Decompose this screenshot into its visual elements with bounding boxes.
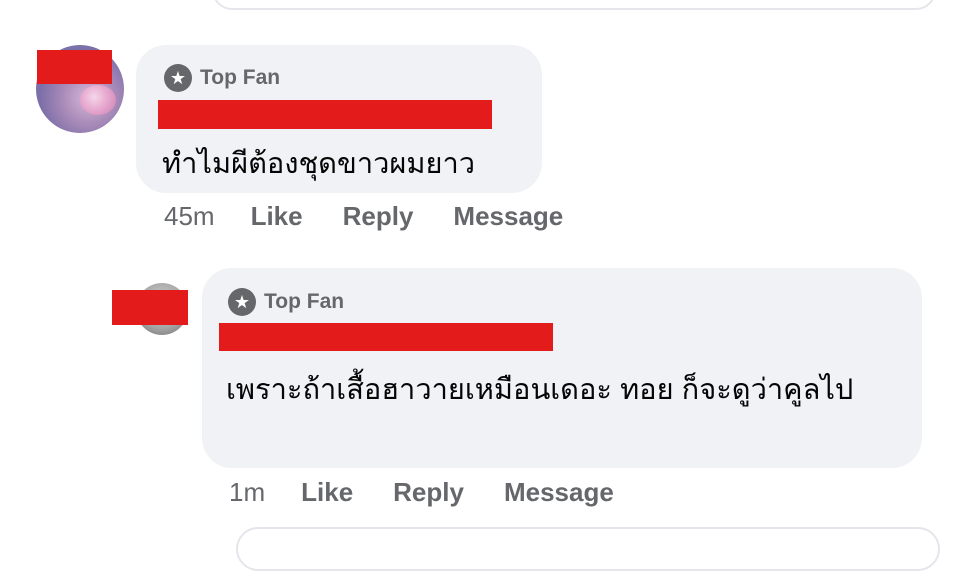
redaction-box (219, 323, 553, 351)
redaction-box (158, 100, 492, 129)
top-fan-badge: ★ Top Fan (164, 64, 280, 92)
comment-actions: 45m Like Reply Message (164, 201, 603, 232)
comment-text: ทำไมผีต้องชุดขาวผมยาว (162, 148, 476, 180)
like-button[interactable]: Like (301, 477, 353, 508)
reply-button[interactable]: Reply (343, 201, 414, 232)
reply-button[interactable]: Reply (393, 477, 464, 508)
top-fan-badge: ★ Top Fan (228, 288, 344, 316)
like-button[interactable]: Like (251, 201, 303, 232)
avatar-flowers (80, 85, 116, 115)
reply-bubble: ★ Top Fan เพราะถ้าเสื้อฮาวายเหมือนเดอะ ท… (202, 268, 922, 468)
next-comment-bubble (236, 527, 940, 571)
reply-actions: 1m Like Reply Message (229, 477, 654, 508)
previous-comment-bubble (212, 0, 936, 10)
star-icon: ★ (228, 288, 256, 316)
star-icon: ★ (164, 64, 192, 92)
comment-timestamp[interactable]: 1m (229, 477, 265, 508)
redaction-box (112, 290, 188, 325)
message-button[interactable]: Message (453, 201, 563, 232)
badge-label: Top Fan (264, 290, 345, 313)
message-button[interactable]: Message (504, 477, 614, 508)
comment-text: เพราะถ้าเสื้อฮาวายเหมือนเดอะ ทอย ก็จะดูว… (226, 374, 854, 406)
redaction-box (37, 50, 112, 84)
badge-label: Top Fan (200, 66, 281, 89)
comment-timestamp[interactable]: 45m (164, 201, 215, 232)
